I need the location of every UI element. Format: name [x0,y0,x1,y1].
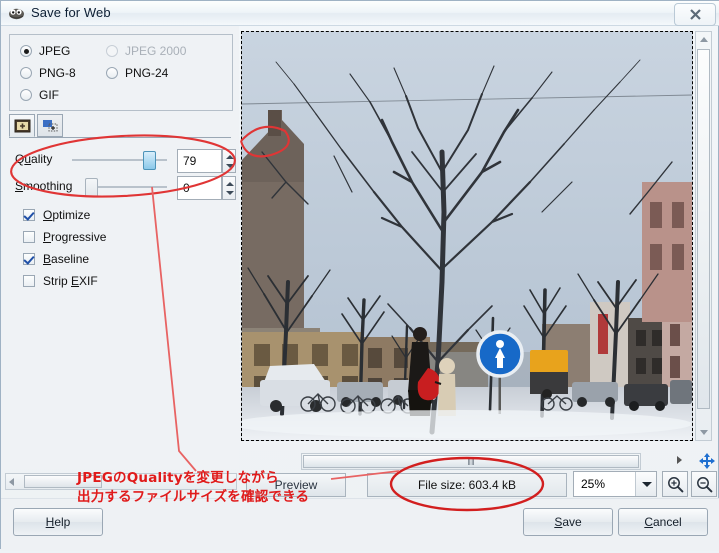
scroll-left-icon[interactable] [9,478,14,486]
preview-vscrollbar[interactable] [695,31,712,441]
quality-input[interactable]: 79 [177,149,222,173]
settings-tabstrip [7,114,233,138]
chevron-down-icon [642,482,652,487]
checkbox-indicator-strip-exif [23,275,35,287]
dialog-button-bar: Help Save Cancel [1,498,719,551]
settings-panel: JPEG JPEG 2000 PNG-8 PNG-24 GIF Quality … [1,26,239,469]
advanced-settings-tab[interactable] [37,114,63,137]
preview-button[interactable]: Preview [246,473,346,497]
save-for-web-dialog: Save for Web JPEG JPEG 2000 PNG-8 PNG-24… [0,0,719,551]
quality-label: Quality [15,152,53,166]
smoothing-value: 0 [183,181,190,195]
format-label-png8: PNG-8 [39,66,76,80]
checkbox-indicator-baseline [23,253,35,265]
format-label-jpeg2000: JPEG 2000 [125,44,187,58]
format-radio-gif[interactable]: GIF [20,88,59,102]
quality-stepper-up-icon[interactable] [226,155,234,159]
window-title: Save for Web [31,5,111,20]
checkbox-strip-exif[interactable]: Strip EXIF [23,274,98,288]
smoothing-stepper[interactable] [222,176,236,200]
format-radio-png24[interactable]: PNG-24 [106,66,168,80]
quality-stepper-down-icon[interactable] [226,164,234,168]
file-size-display: File size: 603.4 kB [367,473,567,497]
format-radio-jpeg[interactable]: JPEG [20,44,70,58]
zoom-in-button[interactable] [662,471,688,497]
radio-indicator-jpeg2000 [106,45,118,57]
smoothing-label: Smoothing [15,179,73,193]
settings-hscroll-thumb[interactable] [24,475,102,488]
close-button[interactable] [674,3,716,26]
scroll-up-icon[interactable] [700,37,708,42]
save-button[interactable]: Save [523,508,613,536]
quality-stepper[interactable] [222,149,236,173]
smoothing-stepper-down-icon[interactable] [226,191,234,195]
pedestrian-child [438,358,456,416]
format-label-jpeg: JPEG [39,44,71,58]
quality-row: Quality 79 [9,148,236,174]
radio-indicator-png8 [20,67,32,79]
quality-value: 79 [183,154,197,168]
pan-navigate-icon[interactable] [699,453,715,469]
smoothing-slider-thumb[interactable] [85,178,98,197]
image-preview[interactable] [241,31,693,441]
preview-hscrollbar[interactable]: ‖‖ [301,453,641,470]
zoom-level-combobox[interactable]: 25% [573,471,657,497]
checkbox-baseline[interactable]: Baseline [23,252,89,266]
image-settings-tab[interactable] [9,114,35,137]
zoom-dropdown-button[interactable] [635,472,656,496]
format-label-png24: PNG-24 [125,66,169,80]
help-button[interactable]: Help [13,508,103,536]
scroll-right-icon[interactable] [677,456,682,464]
jpeg-settings: Quality 79 Smoothing 0 Optimize Progress… [9,137,236,438]
cancel-button[interactable]: Cancel [618,508,708,536]
checkbox-indicator-progressive [23,231,35,243]
radio-indicator-png24 [106,67,118,79]
preview-hscroll-thumb[interactable]: ‖‖ [303,455,639,468]
zoom-out-icon [696,476,712,492]
smoothing-input[interactable]: 0 [177,176,222,200]
title-bar: Save for Web [1,1,719,26]
checkbox-progressive[interactable]: Progressive [23,230,106,244]
zoom-level-value: 25% [581,477,606,491]
wilber-icon [8,5,25,22]
smoothing-slider-track[interactable] [94,186,167,188]
smoothing-row: Smoothing 0 [9,175,236,201]
quality-slider-thumb[interactable] [143,151,156,170]
zoom-in-icon [667,476,683,492]
preview-photo-render [242,32,692,440]
zoom-out-button[interactable] [691,471,717,497]
checkbox-optimize[interactable]: Optimize [23,208,90,222]
advanced-settings-icon [42,119,57,131]
preview-photo [242,32,692,440]
format-radio-png8[interactable]: PNG-8 [20,66,76,80]
radio-indicator-jpeg [20,45,32,57]
image-settings-icon [14,119,30,132]
scroll-down-icon[interactable] [700,430,708,435]
radio-indicator-gif [20,89,32,101]
file-format-group: JPEG JPEG 2000 PNG-8 PNG-24 GIF [9,34,233,111]
format-radio-jpeg2000: JPEG 2000 [106,44,186,58]
smoothing-stepper-up-icon[interactable] [226,182,234,186]
close-icon [689,9,701,20]
preview-vscroll-thumb[interactable] [697,49,710,409]
checkbox-indicator-optimize [23,209,35,221]
settings-hscrollbar[interactable] [5,473,237,490]
format-label-gif: GIF [39,88,59,102]
